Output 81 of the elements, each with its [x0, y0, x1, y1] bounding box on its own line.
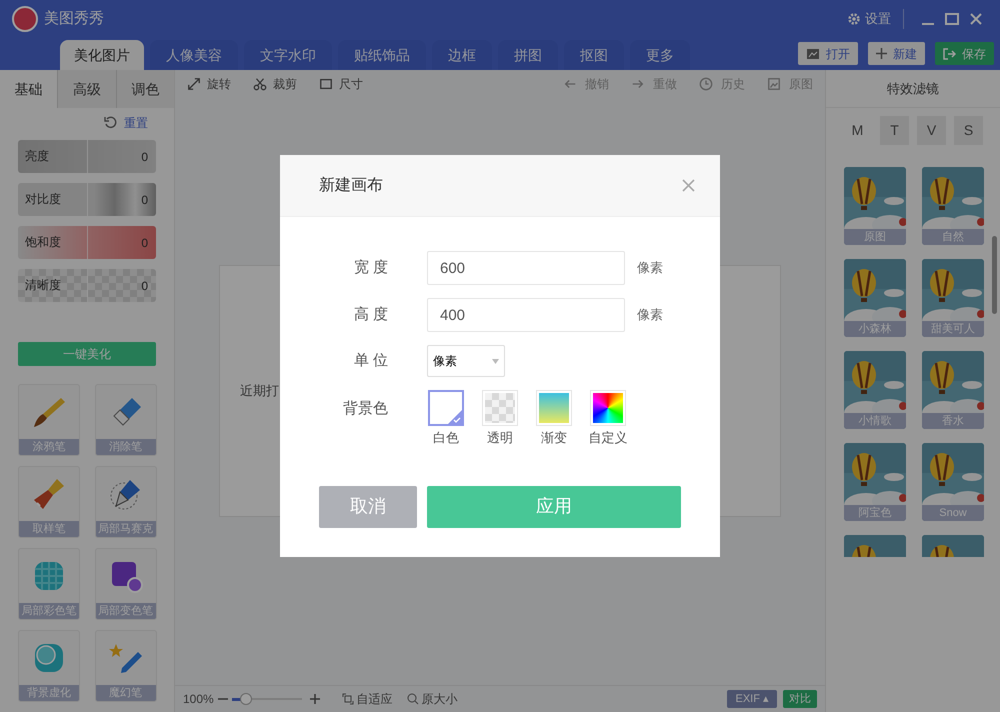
- adjustment-label: 清晰度: [18, 269, 88, 302]
- slider-thumb[interactable]: [240, 693, 252, 705]
- dimension-input[interactable]: 400: [427, 298, 625, 332]
- open-button[interactable]: 打开: [798, 42, 858, 65]
- adjustment-label: 亮度: [18, 140, 88, 173]
- dimension-input[interactable]: 600: [427, 251, 625, 285]
- new-button[interactable]: 新建: [868, 42, 925, 65]
- reset-button[interactable]: 重置: [104, 114, 148, 132]
- toolbar-button[interactable]: 裁剪: [253, 75, 297, 93]
- settings-icon: [847, 12, 861, 26]
- left-arrow-icon: [563, 77, 577, 91]
- adjustment-label: 对比度: [18, 183, 88, 216]
- close-icon[interactable]: [682, 179, 695, 192]
- panel-tab[interactable]: 高级: [57, 70, 116, 108]
- one-click-beautify-button[interactable]: 一键美化: [18, 342, 156, 366]
- clock-icon: [699, 77, 713, 91]
- maximize-icon[interactable]: [945, 12, 959, 26]
- filter-panel-title: 特效滤镜: [826, 70, 1000, 108]
- toolbar-button[interactable]: 尺寸: [319, 75, 363, 93]
- adjustment-label: 饱和度: [18, 226, 88, 259]
- reset-icon: [104, 116, 118, 130]
- background-option[interactable]: 透明: [481, 390, 519, 448]
- main-tab[interactable]: 文字水印: [244, 40, 332, 70]
- app-logo-icon: [12, 6, 38, 32]
- zoom-icon: [406, 693, 419, 705]
- field-label: 高 度: [352, 304, 388, 325]
- background-option[interactable]: 白色: [427, 390, 465, 448]
- main-tab[interactable]: 更多: [630, 40, 690, 70]
- unit-select[interactable]: 像素: [427, 345, 505, 377]
- adjustment-value: 0: [140, 148, 149, 166]
- app-title: 美图秀秀: [44, 8, 104, 29]
- filter-tab[interactable]: T: [880, 116, 909, 145]
- filter-tab[interactable]: V: [917, 116, 946, 145]
- zoom-value: 100%: [183, 691, 214, 708]
- main-tab[interactable]: 美化图片: [60, 40, 144, 70]
- adjustment-bar[interactable]: 清晰度 0: [18, 269, 156, 302]
- zoom-in-icon[interactable]: [310, 694, 320, 704]
- scissors-icon: [253, 77, 267, 91]
- adjustment-value: 0: [140, 192, 149, 208]
- panel-tab[interactable]: 调色: [116, 70, 174, 108]
- field-label: 宽 度: [352, 258, 388, 278]
- right-arrow-icon: [631, 77, 645, 91]
- adjustment-bar[interactable]: 对比度 0: [18, 183, 156, 216]
- field-label: 背景色: [342, 399, 388, 419]
- plus-icon: [876, 48, 887, 59]
- background-option[interactable]: 渐变: [535, 390, 573, 448]
- recent-files-label: 近期打: [240, 382, 279, 400]
- unit-label: 像素: [637, 306, 663, 324]
- field-label: 单 位: [352, 350, 388, 371]
- unit-label: 像素: [637, 259, 663, 278]
- dialog-title: 新建画布: [319, 176, 384, 196]
- main-tab[interactable]: 抠图: [564, 40, 624, 70]
- compare-button[interactable]: 对比: [783, 690, 817, 708]
- main-tab[interactable]: 拼图: [498, 40, 558, 70]
- filter-tab[interactable]: S: [954, 116, 983, 145]
- dropdown-arrow-icon: [492, 358, 499, 364]
- toolbar-button[interactable]: 旋转: [187, 75, 231, 93]
- image-icon: [767, 77, 781, 91]
- adjustment-bar[interactable]: 饱和度 0: [18, 226, 156, 259]
- filter-tab[interactable]: M: [843, 116, 872, 145]
- main-tab[interactable]: 边框: [432, 40, 492, 70]
- cancel-button[interactable]: 取消: [319, 486, 417, 528]
- actual-size-button[interactable]: 原大小: [406, 690, 458, 708]
- save-button[interactable]: 保存: [935, 42, 994, 65]
- adjustment-bar[interactable]: 亮度 0: [18, 140, 156, 173]
- export-icon: [943, 48, 956, 60]
- frame-icon: [319, 77, 333, 91]
- zoom-slider[interactable]: [232, 693, 302, 705]
- check-icon: [448, 410, 462, 424]
- exif-button[interactable]: EXIF ▴: [727, 690, 777, 708]
- main-tab[interactable]: 人像美容: [150, 40, 238, 70]
- background-option[interactable]: 自定义: [589, 390, 627, 448]
- settings-button[interactable]: 设置: [847, 9, 891, 29]
- adjustment-value: 0: [140, 234, 149, 252]
- fit-icon: [342, 693, 354, 705]
- image-icon: [806, 48, 820, 60]
- main-tab[interactable]: 贴纸饰品: [338, 40, 426, 70]
- adjustment-value: 0: [140, 278, 149, 294]
- apply-button[interactable]: 应用: [427, 486, 681, 528]
- fit-button[interactable]: 自适应: [342, 690, 393, 708]
- diagonal-arrow-icon: [187, 77, 201, 91]
